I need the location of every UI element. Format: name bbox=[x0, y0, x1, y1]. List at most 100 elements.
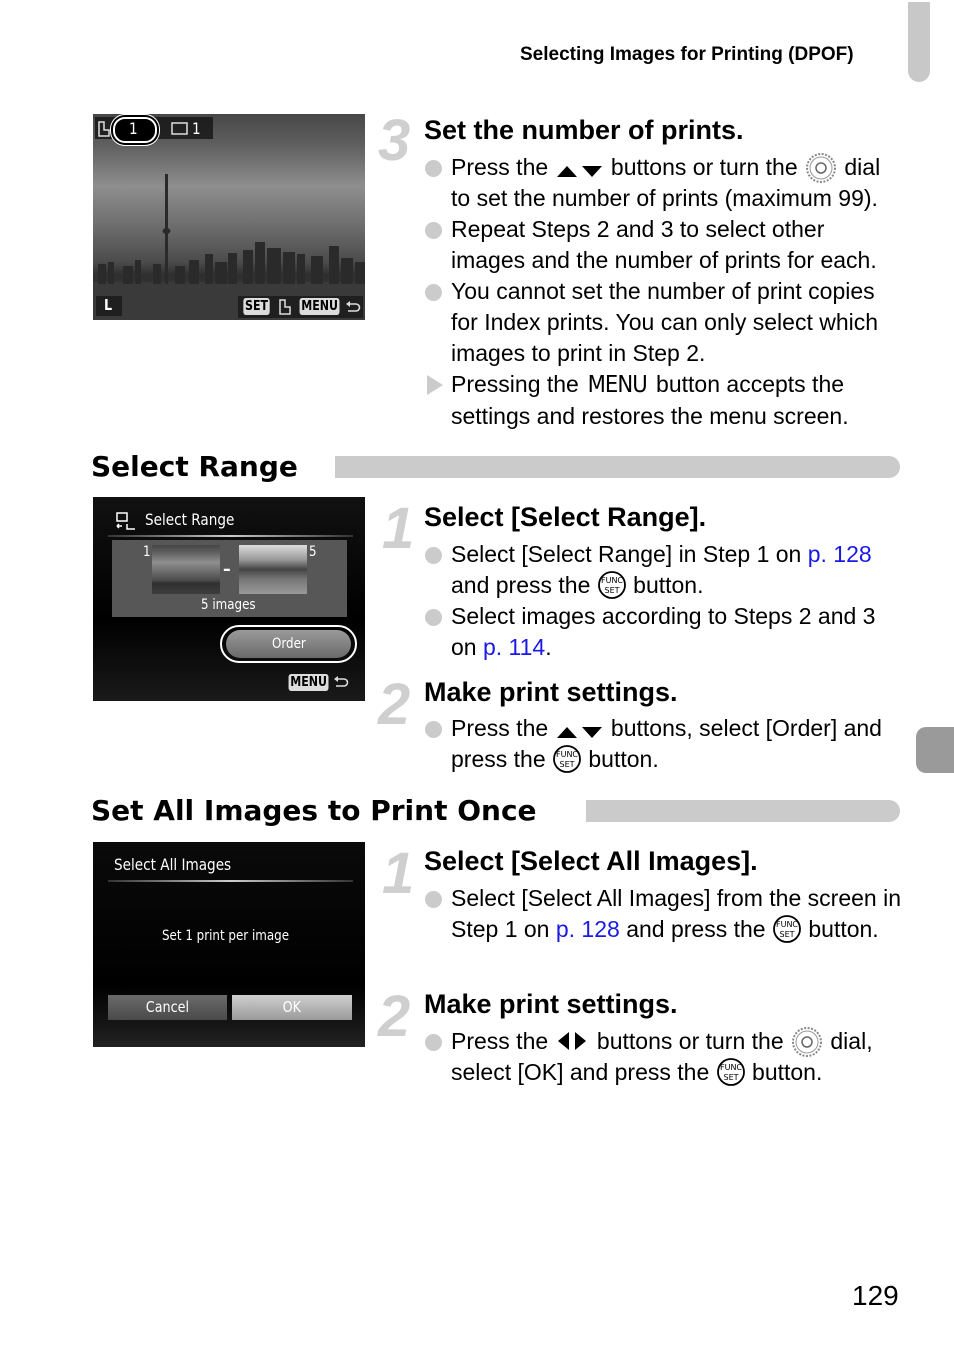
section-title-all-images: Set All Images to Print Once bbox=[91, 794, 537, 827]
step-number: 3 bbox=[378, 108, 411, 173]
chapter-thumb-tab bbox=[916, 727, 954, 773]
image-size-label: L bbox=[104, 296, 113, 314]
bullet-text: You cannot set the number of print copie… bbox=[451, 278, 879, 366]
step-number: 1 bbox=[382, 841, 415, 906]
bullet-text: Press the bbox=[451, 154, 555, 180]
bullet-text: button. bbox=[745, 1059, 823, 1085]
svg-text:FUNC: FUNC bbox=[776, 920, 798, 929]
bullet-item: Press the buttons or turn the dial to se… bbox=[424, 152, 904, 214]
image-size-badge: L bbox=[96, 296, 122, 316]
svg-text:FUNC: FUNC bbox=[601, 576, 623, 585]
step3-bullets: Press the buttons or turn the dial to se… bbox=[424, 152, 904, 432]
bullet-item: Select [Select All Images] from the scre… bbox=[424, 883, 904, 945]
bullet-text: button. bbox=[582, 746, 659, 772]
step-title: Set the number of prints. bbox=[424, 115, 744, 145]
range-start-thumbnail[interactable] bbox=[152, 545, 220, 594]
bullet-item: Press the buttons, select [Order] and pr… bbox=[424, 713, 904, 775]
left-right-arrows-icon bbox=[557, 1032, 586, 1050]
ok-button[interactable]: OK bbox=[232, 995, 352, 1020]
select-range-icon bbox=[116, 512, 135, 530]
bullet-text: Select [Select Range] in Step 1 on bbox=[451, 541, 808, 567]
image-count: 1 bbox=[192, 119, 201, 138]
cancel-button-label: Cancel bbox=[145, 998, 190, 1016]
screen-title: Select All Images bbox=[114, 855, 232, 874]
bullet-text: button. bbox=[801, 916, 879, 942]
cancel-button[interactable]: Cancel bbox=[108, 995, 227, 1020]
all-images-step2-bullets: Press the buttons or turn the dial, sele… bbox=[424, 1026, 904, 1088]
print-count-value: 1 bbox=[129, 119, 138, 138]
section-rule bbox=[586, 800, 900, 822]
order-button[interactable]: Order bbox=[226, 630, 351, 658]
bullet-dot-icon bbox=[425, 721, 442, 738]
image-count-label: 5 images bbox=[201, 597, 256, 613]
step-title: Select [Select All Images]. bbox=[424, 846, 758, 876]
title-divider bbox=[108, 880, 353, 882]
range-end-number: 5 bbox=[309, 544, 317, 560]
page-link-128[interactable]: p. 128 bbox=[808, 541, 872, 567]
print-icon bbox=[279, 299, 291, 315]
page-link-114[interactable]: p. 114 bbox=[483, 634, 545, 660]
func-set-button-icon: FUNCSET bbox=[773, 915, 801, 943]
section-title-select-range: Select Range bbox=[91, 450, 298, 483]
step-title: Make print settings. bbox=[424, 677, 678, 707]
step-number: 2 bbox=[378, 672, 411, 737]
menu-button-chip: MENU bbox=[299, 298, 340, 315]
bullet-item: Press the buttons or turn the dial, sele… bbox=[424, 1026, 904, 1088]
svg-text:SET: SET bbox=[604, 586, 619, 595]
bullet-dot-icon bbox=[425, 547, 442, 564]
bullet-item: You cannot set the number of print copie… bbox=[424, 276, 904, 369]
arrow-bullet-icon bbox=[427, 375, 443, 395]
return-icon bbox=[334, 676, 349, 687]
menu-button-chip: MENU bbox=[288, 674, 329, 691]
bullet-text: and press the bbox=[619, 916, 772, 942]
bullet-text: Press the bbox=[451, 1028, 555, 1054]
camera-screen-select-all: Select All Images Set 1 print per image … bbox=[93, 842, 365, 1047]
bullet-dot-icon bbox=[425, 891, 442, 908]
bullet-text: Press the bbox=[451, 715, 555, 741]
control-dial-icon bbox=[792, 1027, 822, 1057]
step-title: Select [Select Range]. bbox=[424, 502, 707, 532]
bullet-text: Repeat Steps 2 and 3 to select other ima… bbox=[451, 216, 877, 273]
return-icon bbox=[346, 301, 361, 312]
bullet-text: Pressing the bbox=[451, 371, 586, 397]
range-end-thumbnail[interactable] bbox=[239, 545, 307, 594]
svg-text:FUNC: FUNC bbox=[556, 750, 578, 759]
order-button-label: Order bbox=[271, 636, 306, 652]
svg-text:SET: SET bbox=[723, 1073, 738, 1082]
bullet-item: Pressing the MENU button accepts the set… bbox=[424, 369, 904, 432]
up-down-arrows-icon bbox=[556, 727, 602, 738]
svg-text:SET: SET bbox=[779, 930, 794, 939]
step-number: 1 bbox=[382, 496, 415, 561]
bullet-text: and press the bbox=[451, 572, 597, 598]
image-frame-icon bbox=[171, 122, 188, 135]
running-header: Selecting Images for Printing (DPOF) bbox=[520, 44, 854, 65]
page-link-128[interactable]: p. 128 bbox=[556, 916, 620, 942]
set-button-chip: SET bbox=[243, 298, 270, 315]
bullet-dot-icon bbox=[425, 222, 442, 239]
step-number: 2 bbox=[378, 984, 411, 1049]
bullet-item: Select [Select Range] in Step 1 on p. 12… bbox=[424, 539, 904, 601]
select-range-step2-bullets: Press the buttons, select [Order] and pr… bbox=[424, 713, 904, 775]
bullet-text: buttons or turn the bbox=[604, 154, 804, 180]
bullet-dot-icon bbox=[425, 160, 442, 177]
bullet-item: Repeat Steps 2 and 3 to select other ima… bbox=[424, 214, 904, 276]
range-dash: – bbox=[223, 559, 231, 580]
bullet-text: button. bbox=[626, 572, 704, 598]
control-dial-icon bbox=[806, 153, 836, 183]
bullet-dot-icon bbox=[425, 609, 442, 626]
range-start-number: 1 bbox=[143, 544, 151, 560]
select-range-step1-bullets: Select [Select Range] in Step 1 on p. 12… bbox=[424, 539, 904, 663]
up-down-arrows-icon bbox=[556, 166, 602, 177]
screen-message: Set 1 print per image bbox=[162, 928, 290, 944]
all-images-step1-bullets: Select [Select All Images] from the scre… bbox=[424, 883, 904, 945]
page-number: 129 bbox=[852, 1280, 899, 1311]
print-order-icon bbox=[98, 121, 110, 137]
screen-title: Select Range bbox=[145, 510, 235, 529]
svg-text:FUNC: FUNC bbox=[720, 1063, 742, 1072]
chapter-tab-top bbox=[908, 2, 930, 82]
bullet-text: . bbox=[545, 634, 552, 660]
bullet-dot-icon bbox=[425, 284, 442, 301]
camera-screen-select-range: Select Range 1 – 5 5 images Order MENU bbox=[93, 497, 365, 701]
section-rule bbox=[335, 456, 900, 478]
bullet-dot-icon bbox=[425, 1034, 442, 1051]
